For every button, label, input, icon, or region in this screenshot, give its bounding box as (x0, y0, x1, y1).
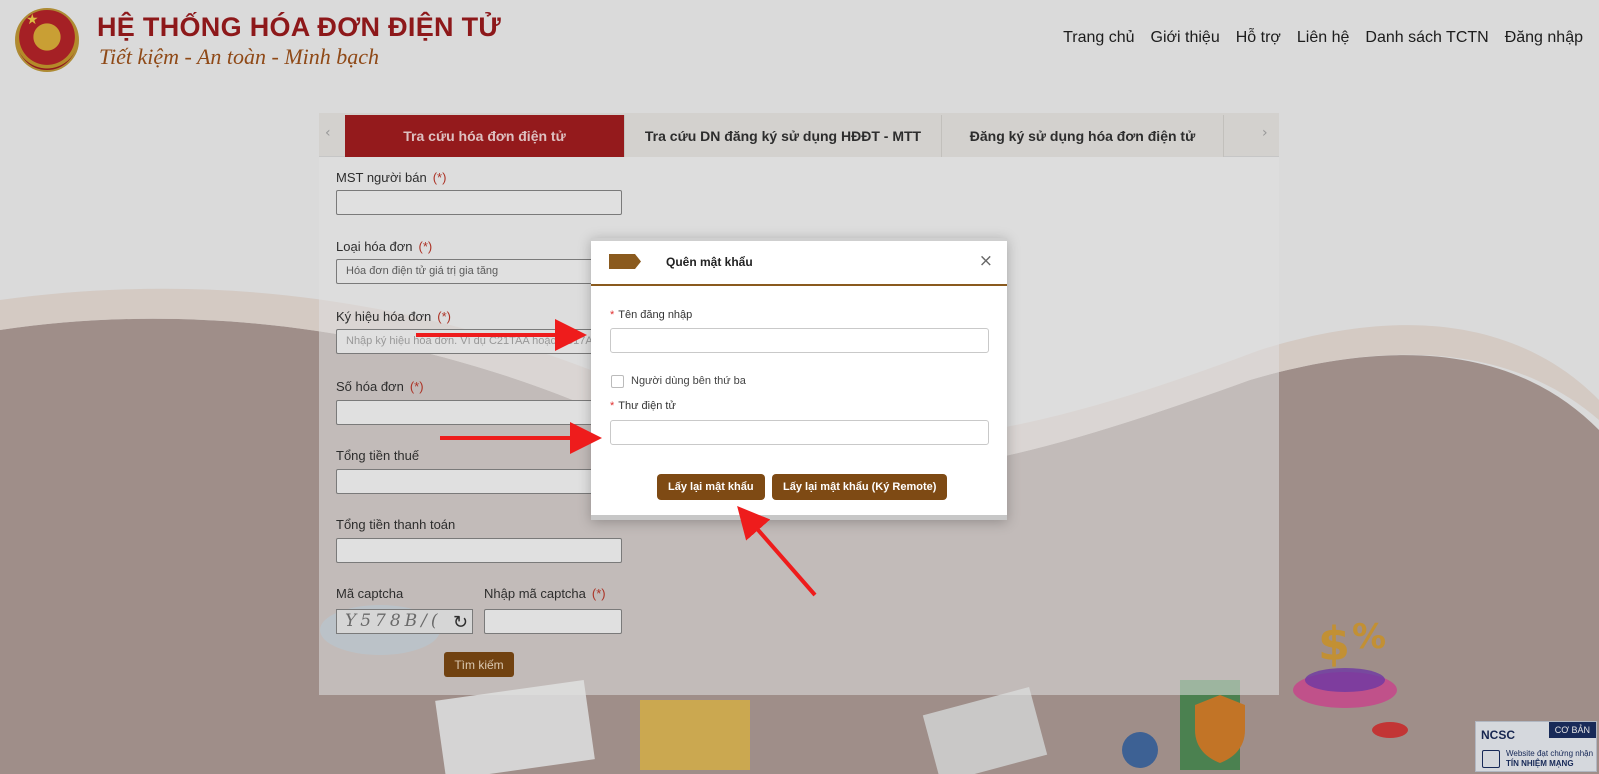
email-label: * Thư điện tử (610, 400, 676, 412)
reset-password-button[interactable]: Lấy lại mật khẩu (657, 474, 765, 500)
reset-password-remote-button[interactable]: Lấy lại mật khẩu (Ký Remote) (772, 474, 948, 500)
close-icon[interactable]: × (979, 251, 993, 271)
modal-header: Quên mật khẩu × (591, 241, 1007, 286)
forgot-password-modal: Quên mật khẩu × * Tên đăng nhập Người dùn… (591, 238, 1007, 520)
username-label: * Tên đăng nhập (610, 309, 693, 321)
third-party-checkbox[interactable] (611, 375, 624, 388)
tag-icon (609, 254, 641, 269)
email-input[interactable] (610, 420, 989, 445)
third-party-label: Người dùng bên thứ ba (631, 375, 746, 387)
username-input[interactable] (610, 328, 989, 353)
modal-title: Quên mật khẩu (666, 255, 753, 269)
